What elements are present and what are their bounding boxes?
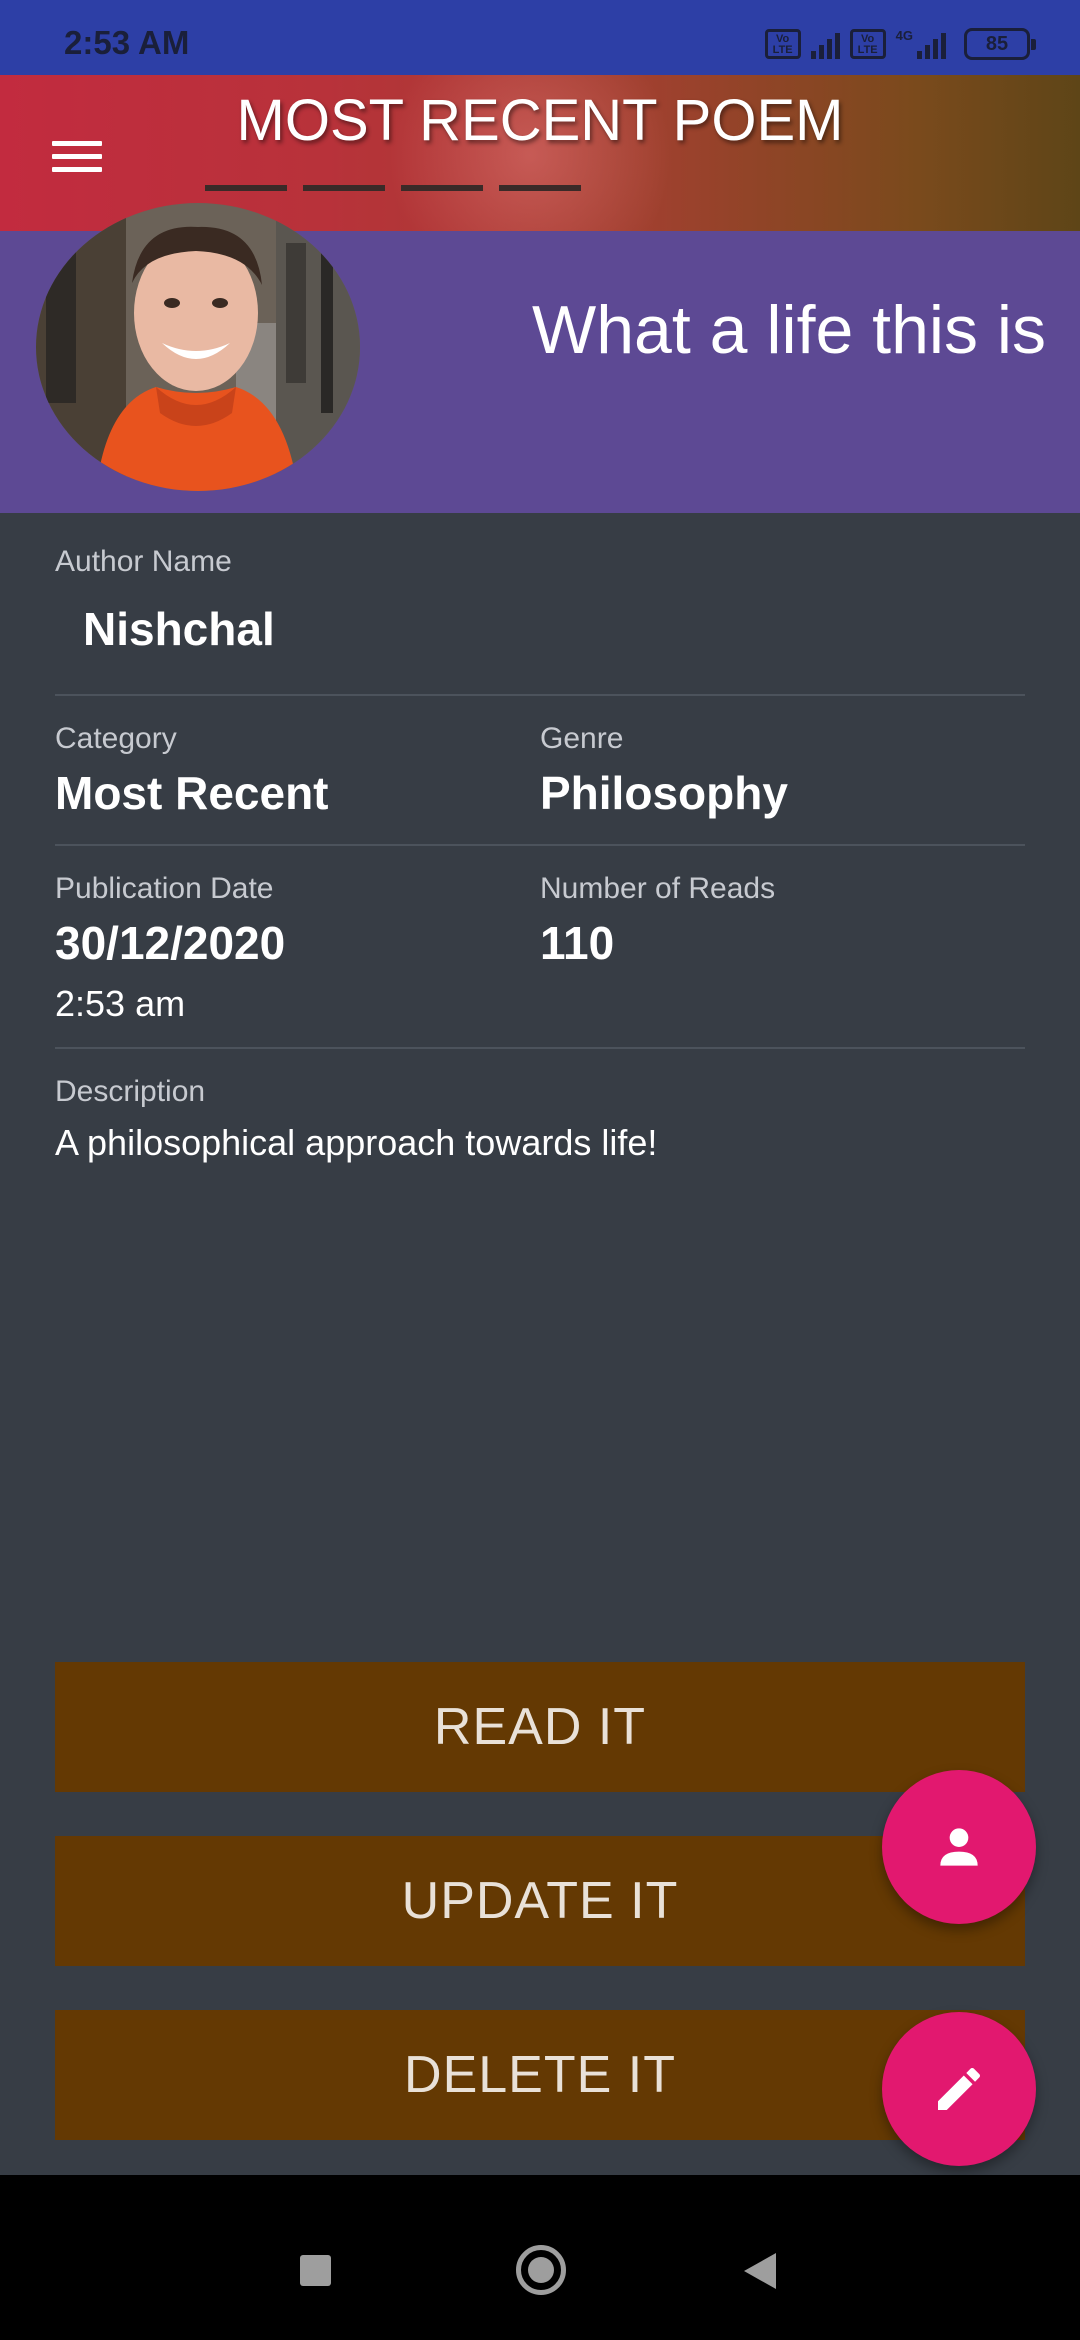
status-bar: 2:53 AM Vo LTE Vo LTE 4G 85 [0, 0, 1080, 75]
category-label: Category [55, 722, 177, 755]
description-label: Description [55, 1075, 206, 1108]
network-type: 4G [895, 28, 913, 43]
publication-time-value: 2:53 am [55, 983, 186, 1024]
genre-value: Philosophy [540, 767, 788, 819]
genre-label: Genre [540, 722, 624, 755]
tab-indicator-2[interactable] [303, 185, 385, 191]
page-title-text: MOST RECENT POEM [236, 88, 844, 153]
volte-icon: Vo LTE [764, 29, 801, 59]
author-avatar [36, 203, 360, 491]
system-nav-bar [0, 2175, 1080, 2340]
poem-title: What a life this is [532, 292, 1046, 368]
tab-indicator-4[interactable] [499, 185, 581, 191]
status-icons: Vo LTE Vo LTE 4G 85 [764, 28, 1036, 60]
reads-label: Number of Reads [540, 872, 776, 905]
publication-date-value: 30/12/2020 [55, 917, 286, 969]
page-title: MOST RECENT POEM [0, 87, 1080, 154]
delete-it-button[interactable]: DELETE IT [55, 2010, 1025, 2140]
update-it-button[interactable]: UPDATE IT [55, 1836, 1025, 1966]
home-circle-icon[interactable] [516, 2245, 566, 2295]
recents-square-icon[interactable] [300, 2255, 331, 2286]
back-triangle-icon[interactable] [744, 2253, 776, 2289]
publication-date-label: Publication Date [55, 872, 274, 905]
edit-fab[interactable] [882, 2012, 1036, 2166]
profile-fab[interactable] [882, 1770, 1036, 1924]
person-icon [940, 1828, 978, 1866]
reads-value: 110 [540, 917, 615, 969]
divider [55, 694, 1025, 696]
tab-indicator-3[interactable] [401, 185, 483, 191]
status-time: 2:53 AM [64, 24, 190, 61]
read-it-button[interactable]: READ IT [55, 1662, 1025, 1792]
tab-indicator-1[interactable] [205, 185, 287, 191]
signal-icon-2 [917, 29, 946, 59]
description-value: A philosophical approach towards life! [55, 1122, 658, 1163]
author-name-label: Author Name [55, 545, 232, 578]
pencil-icon [938, 2067, 981, 2110]
author-name-value: Nishchal [83, 603, 275, 655]
category-value: Most Recent [55, 767, 329, 819]
divider [55, 1047, 1025, 1049]
divider [55, 844, 1025, 846]
volte-icon-2: Vo LTE [849, 29, 886, 59]
signal-icon [810, 29, 840, 59]
tab-indicators [205, 185, 581, 191]
battery-icon: 85 [964, 28, 1036, 60]
